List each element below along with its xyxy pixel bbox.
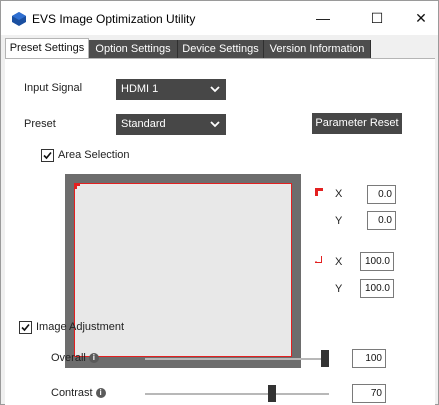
contrast-label: Contrast i [51, 387, 106, 399]
area-selection-checkbox[interactable] [41, 149, 54, 162]
overall-label-text: Overall [51, 352, 86, 364]
check-icon [21, 323, 30, 332]
contrast-slider-thumb[interactable] [268, 385, 276, 402]
preset-dropdown[interactable]: Standard [116, 114, 226, 135]
overall-value-field[interactable]: 100 [352, 349, 386, 368]
close-button[interactable]: ✕ [398, 1, 439, 35]
top-left-handle[interactable] [74, 183, 80, 189]
top-left-x-label: X [335, 188, 343, 200]
top-left-corner-icon [315, 187, 323, 199]
image-adjustment-checkbox[interactable] [19, 321, 32, 334]
input-signal-dropdown[interactable]: HDMI 1 [116, 79, 226, 100]
chevron-down-icon [210, 114, 220, 143]
tab-device-settings[interactable]: Device Settings [178, 40, 264, 58]
app-window: EVS Image Optimization Utility — ☐ ✕ Pre… [0, 0, 439, 405]
bottom-right-y-field[interactable]: 100.0 [360, 279, 394, 298]
preset-label: Preset [24, 118, 56, 130]
top-left-y-label: Y [335, 215, 343, 227]
window-title: EVS Image Optimization Utility [32, 12, 196, 26]
minimize-button[interactable]: — [300, 1, 346, 35]
chevron-down-icon [210, 79, 220, 108]
contrast-label-text: Contrast [51, 387, 93, 399]
contrast-slider-track[interactable] [145, 393, 329, 395]
input-signal-label: Input Signal [24, 82, 83, 94]
tab-option-settings[interactable]: Option Settings [89, 40, 178, 58]
app-icon [12, 12, 26, 26]
contrast-value-field[interactable]: 70 [352, 384, 386, 403]
maximize-button[interactable]: ☐ [354, 1, 400, 35]
bottom-right-x-label: X [335, 256, 343, 268]
overall-label: Overall i [51, 352, 99, 364]
parameter-reset-button[interactable]: Parameter Reset [312, 113, 402, 134]
tab-bar: Preset Settings Option Settings Device S… [5, 38, 435, 58]
tab-preset-settings[interactable]: Preset Settings [5, 38, 89, 58]
overall-slider-track[interactable] [145, 358, 329, 360]
preset-settings-panel: Input Signal HDMI 1 Preset Standard Para… [5, 58, 435, 405]
bottom-right-handle[interactable] [286, 351, 292, 357]
info-icon[interactable]: i [95, 388, 106, 398]
preset-value: Standard [121, 118, 166, 130]
image-adjustment-label: Image Adjustment [36, 321, 125, 333]
top-left-x-field[interactable]: 0.0 [367, 185, 396, 204]
tab-version-information[interactable]: Version Information [264, 40, 371, 58]
area-preview [65, 174, 301, 368]
bottom-right-corner-icon [315, 255, 323, 267]
title-bar: EVS Image Optimization Utility — ☐ ✕ [1, 1, 438, 35]
check-icon [43, 151, 52, 160]
info-icon[interactable]: i [88, 353, 99, 363]
overall-slider-thumb[interactable] [321, 350, 329, 367]
top-left-y-field[interactable]: 0.0 [367, 211, 396, 230]
bottom-right-x-field[interactable]: 100.0 [360, 252, 394, 271]
bottom-right-y-label: Y [335, 283, 343, 295]
input-signal-value: HDMI 1 [121, 83, 159, 95]
area-selection-label: Area Selection [58, 149, 130, 161]
